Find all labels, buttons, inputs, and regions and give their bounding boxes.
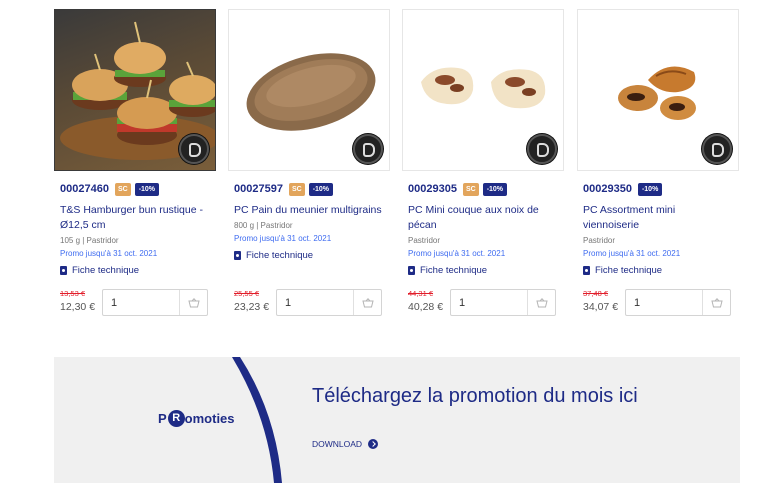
fiche-technique-link[interactable]: Fiche technique: [234, 250, 390, 261]
old-price: 25,55 €: [234, 289, 260, 298]
brand-seal-icon: [527, 134, 557, 164]
product-image[interactable]: [577, 9, 739, 171]
discount-badge: -10%: [134, 182, 160, 196]
product-image[interactable]: [228, 9, 390, 171]
product-image[interactable]: [54, 9, 216, 171]
product-card: 00027460 SC -10% T&S Hamburger bun rusti…: [54, 9, 216, 316]
promotion-banner[interactable]: P Romoties Téléchargez la promotion du mo…: [54, 357, 740, 483]
fiche-technique-label: Fiche technique: [595, 265, 663, 276]
product-subtitle: Pastridor: [408, 236, 441, 245]
product-subtitle: 105 g | Pastridor: [60, 236, 119, 245]
quantity-input[interactable]: [103, 292, 179, 313]
quantity-box: [102, 289, 208, 316]
quantity-box: [276, 289, 382, 316]
promo-validity: Promo jusqu'à 31 oct. 2021: [583, 249, 681, 258]
fiche-technique-label: Fiche technique: [72, 265, 140, 276]
product-image[interactable]: [402, 9, 564, 171]
brand-seal-icon: [702, 134, 732, 164]
product-title[interactable]: PC Assortment mini viennoiserie: [583, 203, 739, 233]
fiche-technique-link[interactable]: Fiche technique: [60, 265, 216, 276]
logo-r-circle: R: [167, 410, 185, 427]
brand-seal-icon: [179, 134, 209, 164]
product-card: 00029350 -10% PC Assortment mini viennoi…: [577, 9, 739, 316]
download-label: DOWNLOAD: [312, 439, 363, 449]
product-code[interactable]: 00029305: [408, 183, 457, 195]
add-to-cart-button[interactable]: [353, 290, 381, 315]
buy-row: 44,31 € 40,28 €: [408, 289, 558, 317]
product-card: 00029305 SC -10% PC Mini couque aux noix…: [402, 9, 564, 316]
discount-badge: -10%: [482, 182, 508, 196]
fiche-technique-label: Fiche technique: [420, 265, 488, 276]
pdf-icon: [408, 266, 415, 275]
product-title-line2: Ø12,5 cm: [60, 219, 106, 231]
sc-badge: SC: [288, 182, 305, 196]
download-link[interactable]: DOWNLOAD: [312, 439, 379, 449]
add-to-cart-button[interactable]: [179, 290, 207, 315]
add-to-cart-button[interactable]: [527, 290, 555, 315]
discount-badge: -10%: [308, 182, 334, 196]
product-title-line2: viennoiserie: [583, 219, 640, 231]
banner-title: Téléchargez la promotion du mois ici: [312, 385, 638, 407]
fiche-technique-link[interactable]: Fiche technique: [583, 265, 739, 276]
cart-icon: [710, 297, 723, 307]
product-code[interactable]: 00029350: [583, 183, 632, 195]
new-price: 40,28 €: [408, 301, 444, 313]
product-title-line1: PC Pain du meunier multigrains: [234, 204, 382, 216]
fiche-technique-label: Fiche technique: [246, 250, 314, 261]
pdf-icon: [60, 266, 67, 275]
product-title-line1: T&S Hamburger bun rustique -: [60, 204, 203, 216]
promo-validity: Promo jusqu'à 31 oct. 2021: [408, 249, 506, 258]
product-code[interactable]: 00027597: [234, 183, 283, 195]
brand-seal-icon: [353, 134, 383, 164]
discount-badge: -10%: [637, 182, 663, 196]
product-grid: 00027460 SC -10% T&S Hamburger bun rusti…: [54, 9, 740, 329]
cart-icon: [535, 297, 548, 307]
new-price: 12,30 €: [60, 301, 96, 313]
cart-icon: [361, 297, 374, 307]
promo-validity: Promo jusqu'à 31 oct. 2021: [234, 234, 332, 243]
logo-text-right: omoties: [184, 411, 235, 426]
logo-text-left: P: [158, 411, 167, 426]
promo-validity: Promo jusqu'à 31 oct. 2021: [60, 249, 158, 258]
new-price: 23,23 €: [234, 301, 270, 313]
pdf-icon: [583, 266, 590, 275]
product-title-line2: pécan: [408, 219, 437, 231]
product-title[interactable]: T&S Hamburger bun rustique - Ø12,5 cm: [60, 203, 216, 233]
sc-badge: SC: [114, 182, 131, 196]
fiche-technique-link[interactable]: Fiche technique: [408, 265, 564, 276]
product-code[interactable]: 00027460: [60, 183, 109, 195]
old-price: 37,48 €: [583, 289, 609, 298]
product-title[interactable]: PC Mini couque aux noix de pécan: [408, 203, 564, 233]
new-price: 34,07 €: [583, 301, 619, 313]
old-price: 13,53 €: [60, 289, 86, 298]
pdf-icon: [234, 251, 241, 260]
old-price: 44,31 €: [408, 289, 434, 298]
add-to-cart-button[interactable]: [702, 290, 730, 315]
buy-row: 37,48 € 34,07 €: [583, 289, 733, 317]
promoties-logo: P Romoties: [158, 410, 235, 427]
quantity-input[interactable]: [277, 292, 353, 313]
quantity-input[interactable]: [451, 292, 527, 313]
buy-row: 13,53 € 12,30 €: [60, 289, 210, 317]
quantity-box: [450, 289, 556, 316]
product-subtitle: Pastridor: [583, 236, 616, 245]
product-subtitle: 800 g | Pastridor: [234, 221, 293, 230]
arrow-circle-icon: [368, 439, 379, 449]
product-title-line1: PC Mini couque aux noix de: [408, 204, 539, 216]
product-title[interactable]: PC Pain du meunier multigrains: [234, 203, 390, 218]
product-title-line1: PC Assortment mini: [583, 204, 676, 216]
banner-swoosh: [232, 357, 282, 483]
cart-icon: [187, 297, 200, 307]
quantity-input[interactable]: [626, 292, 702, 313]
quantity-box: [625, 289, 731, 316]
product-card: 00027597 SC -10% PC Pain du meunier mult…: [228, 9, 390, 316]
sc-badge: SC: [462, 182, 479, 196]
buy-row: 25,55 € 23,23 €: [234, 289, 384, 317]
